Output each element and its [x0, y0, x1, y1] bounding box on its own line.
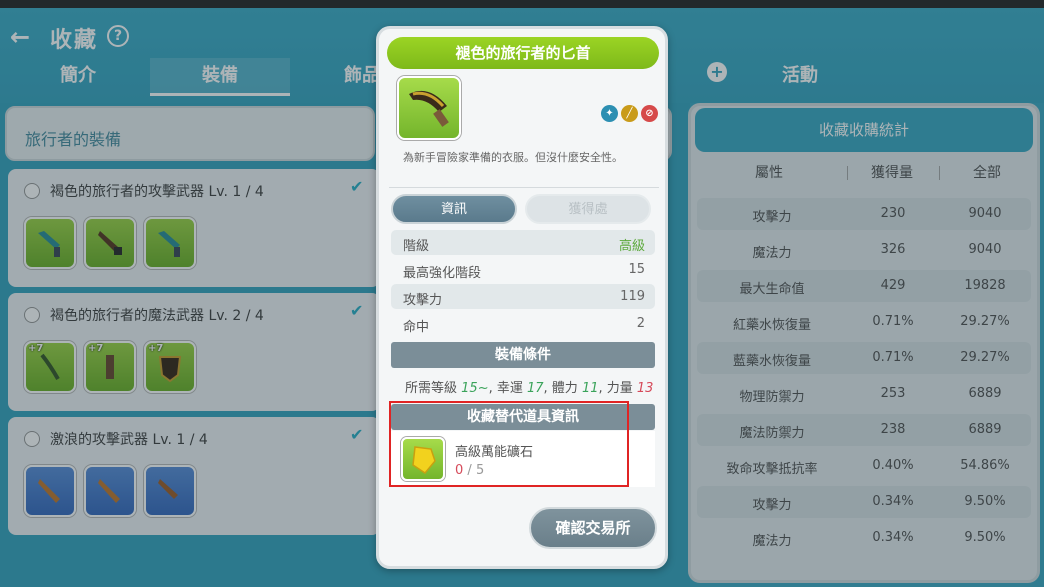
stat-value: 119	[620, 289, 645, 304]
highlight-box	[389, 401, 629, 487]
req-vit-value: 11	[581, 381, 599, 396]
stat-label: 攻擊力	[403, 293, 443, 308]
req-str-value: 13	[636, 381, 654, 396]
confirm-exchange-button[interactable]: 確認交易所	[529, 507, 657, 549]
tab-source[interactable]: 獲得處	[525, 194, 651, 224]
req-vit-label: , 體力	[543, 381, 578, 396]
weapon-type-icon: ╱	[621, 105, 638, 122]
req-str-label: , 力量	[598, 381, 633, 396]
stat-label: 命中	[403, 320, 430, 335]
stat-row: 最高強化階段 15	[391, 257, 655, 282]
req-level-label: 所需等級	[405, 381, 458, 396]
stat-label: 階級	[403, 239, 430, 254]
dagger-icon	[409, 90, 449, 127]
stat-value: 15	[628, 262, 645, 277]
item-detail-modal: 褪色的旅行者的匕首 ✦ ╱ ⊘ 為新手冒險家準備的衣服。但沒什麼安全性。 資訊 …	[376, 26, 668, 569]
stat-value: 高級	[618, 239, 645, 254]
req-luck-label: , 幸運	[488, 381, 523, 396]
tab-info[interactable]: 資訊	[391, 194, 517, 224]
item-description: 為新手冒險家準備的衣服。但沒什麼安全性。	[403, 151, 623, 164]
stat-row: 攻擊力 119	[391, 284, 655, 309]
stat-row: 命中 2	[391, 311, 655, 336]
class-badge-icon: ✦	[601, 105, 618, 122]
divider	[389, 187, 659, 188]
requirements-line: 所需等級 15~, 幸運 17, 體力 11, 力量 13	[405, 377, 653, 396]
item-icon	[397, 76, 461, 140]
req-level-value: 15~	[461, 381, 489, 396]
item-name: 褪色的旅行者的匕首	[387, 37, 659, 69]
stat-label: 最高強化階段	[403, 266, 482, 281]
requirements-header: 裝備條件	[391, 342, 655, 368]
restriction-icon: ⊘	[641, 105, 658, 122]
stat-value: 2	[636, 316, 645, 331]
req-luck-value: 17	[527, 381, 544, 396]
stat-row: 階級 高級	[391, 230, 655, 255]
